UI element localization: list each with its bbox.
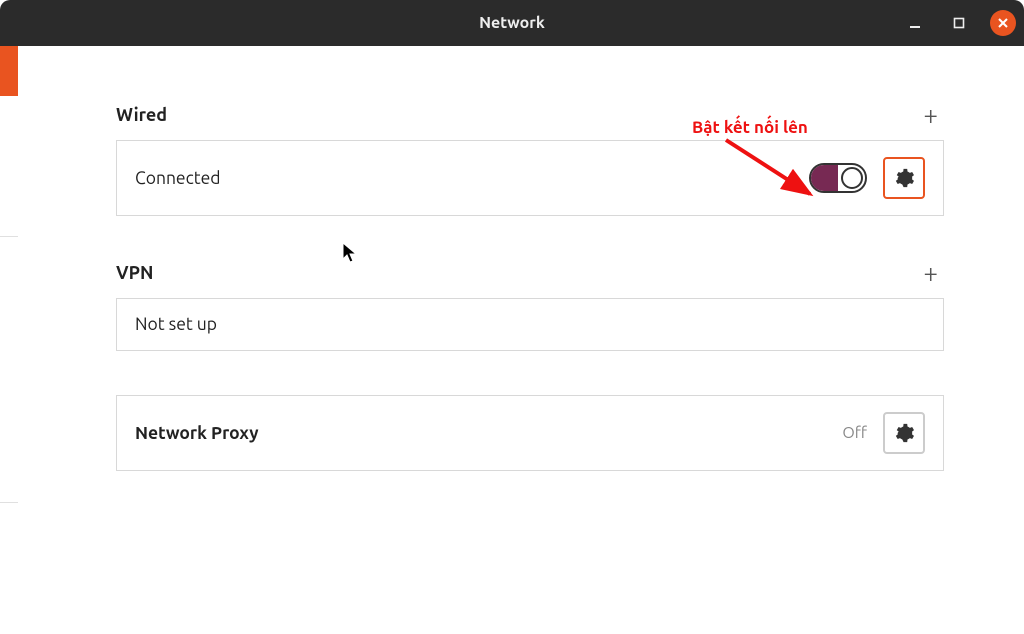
titlebar: Network	[0, 0, 1024, 46]
gear-icon	[893, 422, 915, 444]
proxy-title: Network Proxy	[135, 424, 259, 443]
add-vpn-button[interactable]: +	[923, 260, 944, 286]
maximize-button[interactable]	[946, 10, 972, 36]
close-icon	[997, 17, 1009, 29]
content-area: Wired + Connected VPN + Not set up Netwo…	[18, 46, 1024, 634]
sidebar-rail	[0, 46, 18, 634]
annotation-arrow	[716, 128, 836, 218]
wired-settings-button[interactable]	[883, 157, 925, 199]
gear-icon	[893, 167, 915, 189]
vpn-header: VPN +	[116, 260, 944, 286]
minimize-icon	[908, 16, 922, 30]
add-wired-button[interactable]: +	[923, 102, 944, 128]
wired-title: Wired	[116, 105, 167, 125]
proxy-status: Off	[842, 424, 867, 442]
maximize-icon	[953, 17, 965, 29]
vpn-row: Not set up	[116, 298, 944, 351]
wired-status: Connected	[135, 169, 220, 188]
minimize-button[interactable]	[902, 10, 928, 36]
close-button[interactable]	[990, 10, 1016, 36]
proxy-settings-button[interactable]	[883, 412, 925, 454]
vpn-title: VPN	[116, 263, 153, 283]
wired-header: Wired +	[116, 102, 944, 128]
proxy-row: Network Proxy Off	[116, 395, 944, 471]
window-title: Network	[479, 14, 545, 32]
mouse-cursor-icon	[342, 242, 360, 266]
vpn-status: Not set up	[135, 315, 217, 334]
window-controls	[902, 0, 1016, 46]
